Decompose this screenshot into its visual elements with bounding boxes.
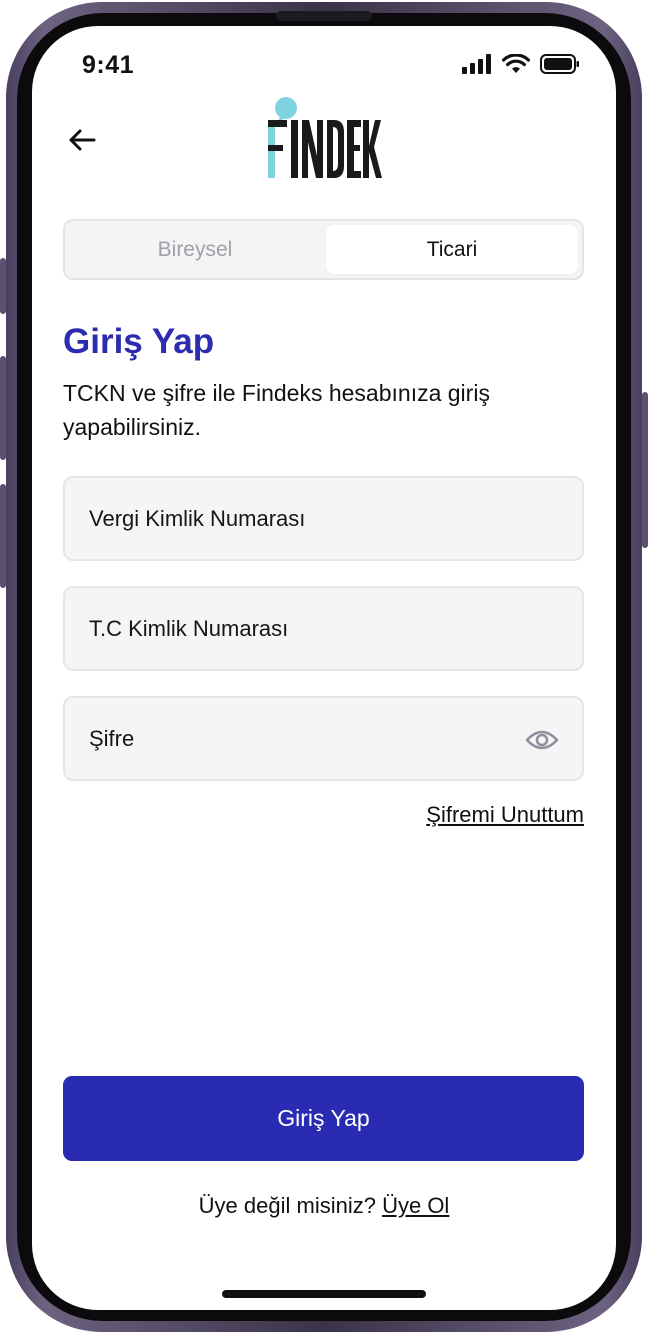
forgot-password-link[interactable]: Şifremi Unuttum <box>426 802 584 828</box>
power-button <box>642 392 648 548</box>
tckn-input[interactable] <box>87 588 507 669</box>
page-description: TCKN ve şifre ile Findeks hesabınıza gir… <box>63 380 490 440</box>
password-input[interactable] <box>87 698 507 779</box>
tab-bireysel[interactable]: Bireysel <box>69 225 321 274</box>
app-screen: 9:41 Bireysel Ticari Giriş Yap TCKN ve ş… <box>32 26 616 1310</box>
password-visibility-toggle[interactable] <box>522 720 562 760</box>
account-type-tabs: Bireysel Ticari <box>63 219 584 280</box>
findeks-logo <box>268 97 382 178</box>
signup-link[interactable]: Üye Ol <box>382 1193 449 1218</box>
signal-icon <box>462 54 491 74</box>
speaker-grille <box>276 11 372 21</box>
battery-icon <box>540 54 579 74</box>
tckn-field <box>63 586 584 671</box>
home-indicator <box>222 1290 426 1298</box>
status-icons <box>462 54 580 74</box>
login-button[interactable]: Giriş Yap <box>63 1076 584 1161</box>
signup-prompt: Üye değil misiniz? Üye Ol <box>32 1193 616 1219</box>
status-time: 9:41 <box>82 51 135 79</box>
wifi-icon <box>502 54 530 73</box>
password-field <box>63 696 584 781</box>
tab-ticari[interactable]: Ticari <box>326 225 578 274</box>
page-title: Giriş Yap <box>63 322 215 361</box>
signup-question: Üye değil misiniz? <box>198 1193 383 1218</box>
eye-icon <box>525 730 559 750</box>
back-button[interactable] <box>62 120 102 160</box>
arrow-left-icon <box>69 129 96 151</box>
vkn-field <box>63 476 584 561</box>
vkn-input[interactable] <box>87 478 507 559</box>
